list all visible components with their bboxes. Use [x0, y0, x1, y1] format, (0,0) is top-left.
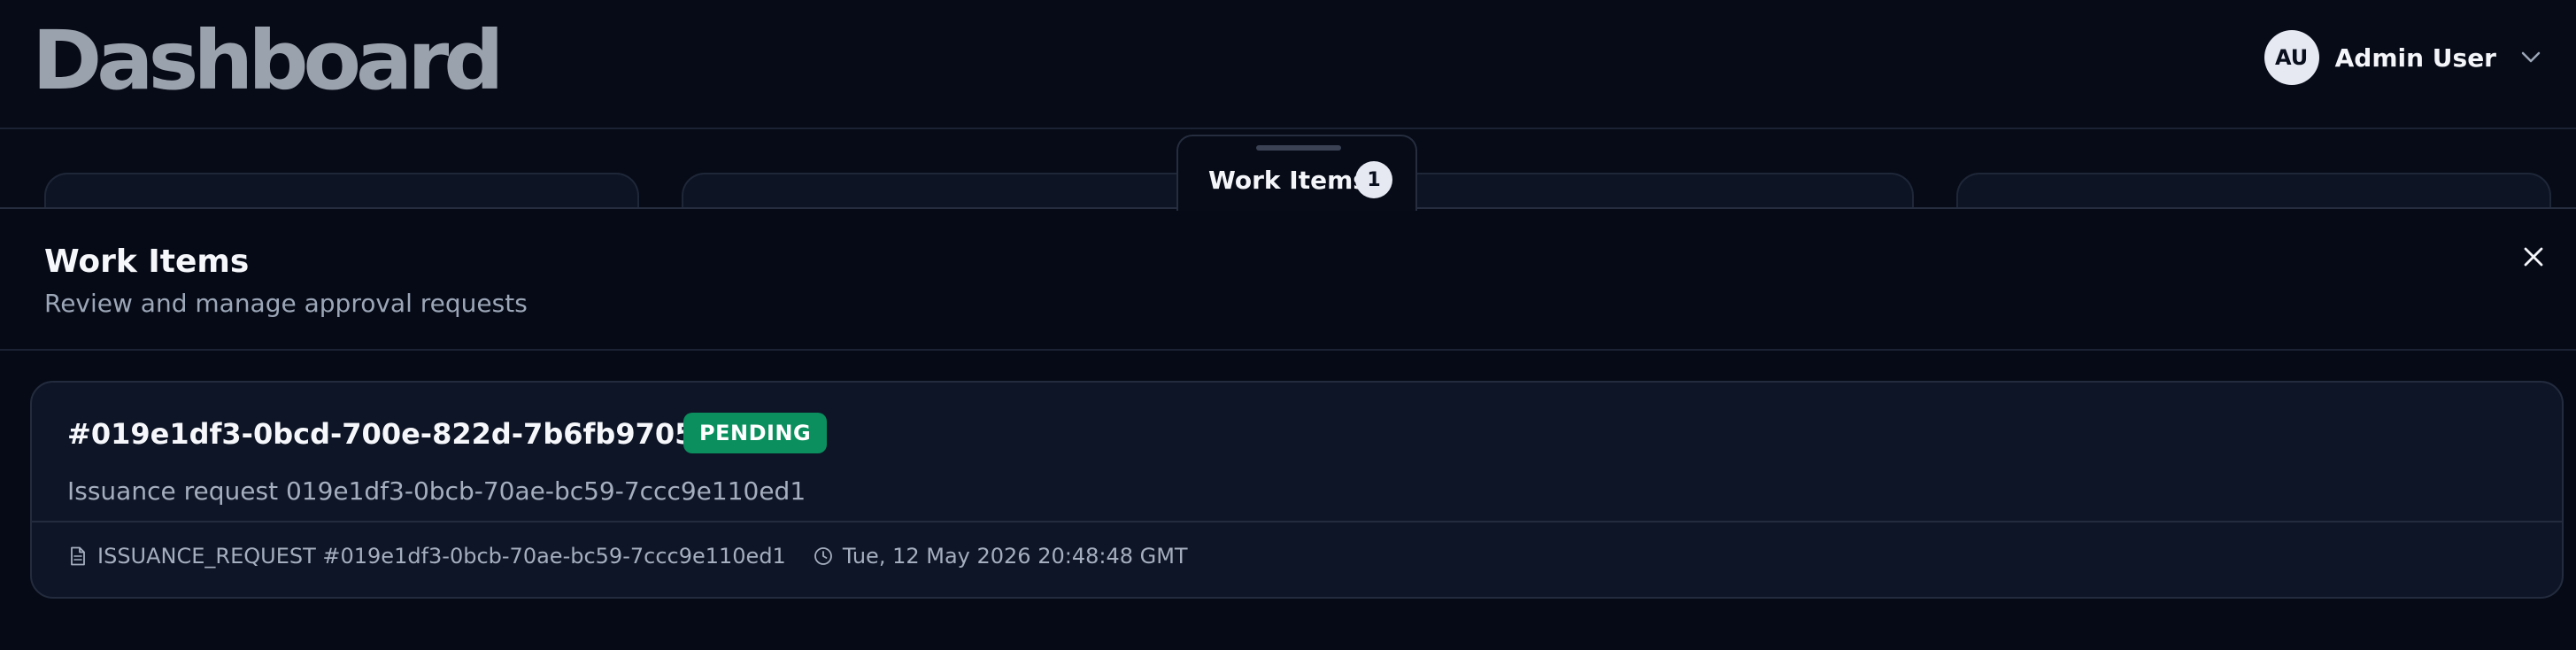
card-divider — [32, 521, 2562, 522]
drawer-title: Work Items — [44, 244, 250, 280]
user-menu[interactable]: AU Admin User — [2264, 30, 2542, 85]
page-title: Dashboard — [32, 13, 505, 108]
close-button[interactable] — [2518, 241, 2549, 273]
work-item-id: #019e1df3-0bcd-700e-822d-7b6fb970566a — [67, 417, 753, 451]
clock-icon — [813, 546, 834, 567]
drawer-tab-label: Work Items — [1208, 166, 1368, 195]
user-name: Admin User — [2334, 43, 2496, 73]
document-icon — [67, 546, 89, 567]
status-badge: PENDING — [683, 413, 828, 453]
avatar: AU — [2264, 30, 2319, 85]
drawer-subtitle: Review and manage approval requests — [44, 289, 528, 318]
work-item-card[interactable]: #019e1df3-0bcd-700e-822d-7b6fb970566a PE… — [30, 381, 2564, 599]
close-icon — [2524, 247, 2543, 267]
top-header: Dashboard AU Admin User — [0, 0, 2576, 129]
work-items-drawer-tab[interactable]: Work Items 1 — [1176, 135, 1417, 211]
work-items-drawer: Work Items Review and manage approval re… — [0, 207, 2576, 650]
drawer-header: Work Items Review and manage approval re… — [0, 209, 2576, 351]
work-items-count-badge: 1 — [1355, 161, 1392, 198]
work-item-meta: ISSUANCE_REQUEST #019e1df3-0bcb-70ae-bc5… — [67, 538, 1188, 574]
work-item-description: Issuance request 019e1df3-0bcb-70ae-bc59… — [67, 476, 806, 506]
chevron-down-icon — [2519, 46, 2542, 69]
drawer-handle[interactable] — [1256, 145, 1341, 151]
work-item-timestamp: Tue, 12 May 2026 20:48:48 GMT — [842, 544, 1188, 569]
work-item-reference: ISSUANCE_REQUEST #019e1df3-0bcb-70ae-bc5… — [97, 544, 786, 569]
